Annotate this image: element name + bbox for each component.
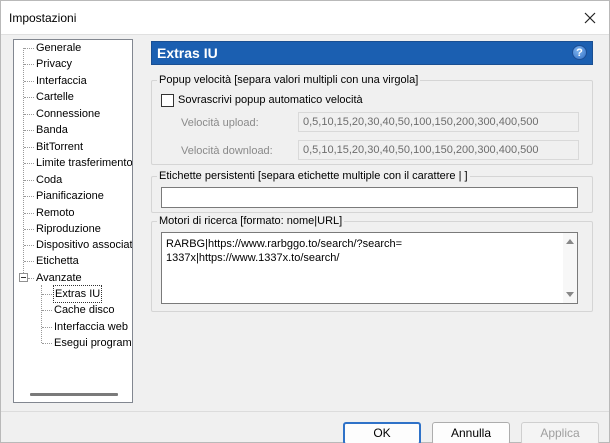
scroll-down-icon[interactable]	[566, 292, 574, 297]
tree-connector	[24, 97, 34, 98]
settings-tree[interactable]: Generale Privacy Interfaccia Cartelle Co…	[13, 39, 133, 403]
persistent-labels-group-label: Etichette persistenti [separa etichette …	[157, 170, 470, 182]
tree-item-pianificazione[interactable]: Pianificazione	[36, 188, 104, 204]
tree-item-cache-disco[interactable]: Cache disco	[54, 302, 115, 318]
tree-item-interfaccia-web[interactable]: Interfaccia web	[54, 319, 128, 335]
tree-item-dispositivo-associato[interactable]: Dispositivo associato	[36, 237, 132, 253]
tree-item-esegui-programma[interactable]: Esegui programma	[54, 335, 132, 351]
tree-item-generale[interactable]: Generale	[36, 40, 81, 56]
tree-item-extras-iu[interactable]: Extras IU	[52, 285, 103, 303]
persistent-labels-input[interactable]	[161, 187, 578, 208]
override-popup-label: Sovrascrivi popup automatico velocità	[178, 94, 363, 106]
tree-connector	[24, 147, 34, 148]
tree-connector	[24, 48, 34, 49]
tree-item-connessione[interactable]: Connessione	[36, 106, 100, 122]
textarea-vertical-scrollbar[interactable]	[563, 233, 577, 303]
tree-connector	[24, 180, 34, 181]
tree-connector	[42, 343, 52, 344]
title-bar: Impostazioni	[1, 1, 609, 35]
dialog-button-bar: OK Annulla Applica	[1, 411, 609, 443]
tree-connector	[24, 81, 34, 82]
scroll-up-icon[interactable]	[566, 239, 574, 244]
tree-item-cartelle[interactable]: Cartelle	[36, 89, 74, 105]
tree-connector	[24, 213, 34, 214]
settings-window: Impostazioni Generale Privacy Interfacci…	[0, 0, 610, 443]
tree-connector	[42, 294, 52, 295]
search-engines-text: RARBG|https://www.rarbggo.to/search/?sea…	[166, 238, 403, 264]
ok-button[interactable]: OK	[343, 422, 421, 443]
speed-popup-group-label: Popup velocità [separa valori multipli c…	[157, 74, 421, 86]
window-title: Impostazioni	[9, 11, 77, 25]
panel-title: Extras IU	[157, 45, 218, 61]
override-popup-checkbox[interactable]	[161, 94, 174, 107]
tree-connector	[42, 327, 52, 328]
tree-connector	[24, 261, 34, 262]
tree-item-remoto[interactable]: Remoto	[36, 205, 75, 221]
search-engines-group-label: Motori di ricerca [formato: nome|URL]	[157, 215, 345, 227]
tree-item-avanzate[interactable]: Avanzate	[36, 270, 82, 286]
download-speed-input[interactable]: 0,5,10,15,20,30,40,50,100,150,200,300,40…	[298, 140, 579, 160]
cancel-button[interactable]: Annulla	[432, 422, 510, 443]
tree-connector	[24, 229, 34, 230]
tree-connector	[24, 114, 34, 115]
tree-item-limite-trasferimento[interactable]: Limite trasferimento	[36, 155, 132, 171]
tree-item-banda[interactable]: Banda	[36, 122, 68, 138]
tree-item-coda[interactable]: Coda	[36, 172, 62, 188]
tree-connector	[24, 245, 34, 246]
upload-speed-label: Velocità upload:	[181, 117, 259, 129]
tree-item-interfaccia[interactable]: Interfaccia	[36, 73, 87, 89]
upload-speed-input[interactable]: 0,5,10,15,20,30,40,50,100,150,200,300,40…	[298, 112, 579, 132]
panel-header: Extras IU ?	[151, 41, 593, 65]
tree-horizontal-scrollbar[interactable]	[30, 393, 118, 396]
tree-connector	[24, 130, 34, 131]
tree-item-riproduzione[interactable]: Riproduzione	[36, 221, 101, 237]
download-speed-label: Velocità download:	[181, 145, 273, 157]
tree-item-privacy[interactable]: Privacy	[36, 56, 72, 72]
apply-button[interactable]: Applica	[521, 422, 599, 443]
collapse-icon[interactable]	[19, 273, 28, 282]
close-icon	[584, 12, 596, 24]
tree-connector	[42, 310, 52, 311]
tree-connector	[28, 278, 34, 279]
tree-connector	[24, 163, 34, 164]
tree-connector	[24, 64, 34, 65]
close-button[interactable]	[577, 6, 603, 30]
tree-connector	[24, 196, 34, 197]
tree-item-bittorrent[interactable]: BitTorrent	[36, 139, 83, 155]
tree-item-etichetta[interactable]: Etichetta	[36, 253, 79, 269]
help-icon[interactable]: ?	[572, 45, 587, 60]
search-engines-textarea[interactable]: RARBG|https://www.rarbggo.to/search/?sea…	[161, 232, 578, 304]
